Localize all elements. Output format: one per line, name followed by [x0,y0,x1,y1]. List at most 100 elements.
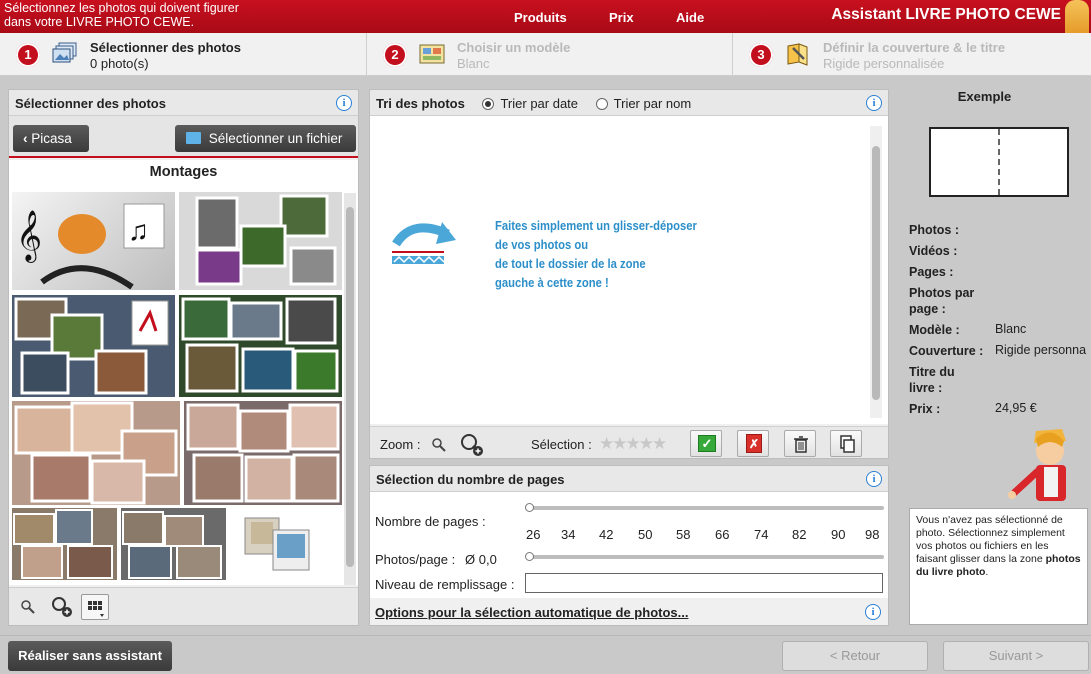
pages-count-label: Pages : [909,265,954,279]
nav-prix[interactable]: Prix [609,10,634,25]
next-button[interactable]: Suivant > [943,641,1089,671]
thumbnail-montage[interactable] [121,508,226,580]
nav-produits[interactable]: Produits [514,10,567,25]
scrollbar-thumb[interactable] [872,146,880,400]
slider-handle[interactable] [525,503,534,512]
slider-tick: 58 [676,527,691,542]
delete-button[interactable] [784,430,816,457]
slider-tick: 74 [754,527,769,542]
no-assistant-button[interactable]: Réaliser sans assistant [8,641,172,671]
check-icon: ✓ [698,435,716,452]
thumbnail-montage[interactable] [12,508,117,580]
step-title: Choisir un modèle [457,40,571,55]
back-button-label: Picasa [31,131,72,146]
price-label: Prix : [909,402,941,416]
sort-by-name-label[interactable]: Trier par nom [614,96,692,111]
step-select-photos[interactable]: 1 Sélectionner des photos 0 photo(s) [0,33,366,76]
book-title-label: Titre du [909,365,955,379]
picasa-back-button[interactable]: ‹ Picasa [13,125,89,152]
slider-handle[interactable] [525,552,534,561]
thumbnail-montage[interactable] [231,508,342,580]
photos-per-page-slider[interactable] [525,552,884,561]
photos-per-page-value: Ø 0,0 [465,552,497,567]
photos-count-label: Photos : [909,223,959,237]
nav-aide[interactable]: Aide [676,10,704,25]
select-file-button[interactable]: Sélectionner un fichier [175,125,356,152]
photo-drop-zone[interactable]: Faites simplement un glisser-déposer de … [370,116,888,424]
thumbnail-montage[interactable] [12,401,180,505]
page-count-header: Sélection du nombre de pages i [370,466,888,492]
step-number: 2 [383,43,407,67]
help-tooltip: Vous n'avez pas sélectionné de photo. Sé… [909,508,1088,625]
thumbnail-montage[interactable] [12,295,175,397]
slider-tick: 98 [865,527,880,542]
page-count-slider[interactable] [525,503,884,512]
info-icon[interactable]: i [866,471,882,487]
photos-stack-icon [52,42,78,66]
svg-text:♫: ♫ [128,215,149,246]
summary-sidebar: Exemple Photos : Vidéos : Pages : Photos… [898,77,1091,635]
scrollbar-thumb[interactable] [346,207,354,567]
step-number: 3 [749,43,773,67]
sort-by-date-label[interactable]: Trier par date [500,96,578,111]
model-label: Modèle : [909,323,960,337]
thumbnail-montage[interactable] [179,295,342,397]
zoom-out-icon[interactable] [21,600,35,614]
wizard-steps: 1 Sélectionner des photos 0 photo(s) 2 C… [0,33,1091,76]
drag-arrow-icon [390,214,458,270]
step-choose-model[interactable]: 2 Choisir un modèle Blanc [366,33,732,76]
fill-level-label: Niveau de remplissage : [375,577,515,592]
zoom-out-icon[interactable] [432,438,446,452]
panel-title: Tri des photos [376,96,465,111]
drop-text-line: gauche à cette zone ! [495,276,609,290]
slider-tick: 90 [831,527,846,542]
panel-title: Sélection du nombre de pages [376,472,565,487]
help-text: Vous n'avez pas sélectionné de photo. Sé… [916,514,1065,565]
auto-selection-options-link[interactable]: Options pour la sélection automatique de… [375,605,688,620]
page-count-panel: Sélection du nombre de pages i [369,465,889,626]
info-icon[interactable]: i [336,95,352,111]
copy-button[interactable] [830,430,862,457]
chevron-left-icon: ‹ [23,131,28,146]
thumbnail-montage[interactable] [184,401,342,505]
photos-per-page-label: page : [909,302,946,316]
slider-tick: 34 [561,527,576,542]
top-bar: Sélectionnez les photos qui doivent figu… [0,0,1091,33]
thumbnail-montage[interactable]: 𝄞 ♫ [12,192,175,290]
info-icon[interactable]: i [866,95,882,111]
drop-zone-instructions: Faites simplement un glisser-déposer de … [495,217,697,293]
instruction-line-1: Sélectionnez les photos qui doivent figu… [4,1,239,15]
thumbnail-scrollbar[interactable] [344,193,356,585]
select-all-button[interactable]: ✓ [690,430,722,457]
step-cover-title[interactable]: 3 Définir la couverture & le titre Rigid… [732,33,1091,76]
zoom-in-icon[interactable] [460,433,484,457]
book-pencil-icon [785,42,811,66]
back-button[interactable]: < Retour [782,641,928,671]
step-title: Sélectionner des photos [90,40,241,55]
step-subtitle: Rigide personnalisée [823,56,945,71]
sort-by-date-radio[interactable] [482,98,495,110]
view-grid-dropdown[interactable] [81,594,109,620]
sort-by-name-radio[interactable] [595,98,608,110]
photos-per-page-label: Photos/page : [375,552,456,567]
instruction-message: Sélectionnez les photos qui doivent figu… [4,1,239,29]
step-subtitle: Blanc [457,56,490,71]
slider-tick: 50 [638,527,653,542]
deselect-button[interactable]: ✗ [737,430,769,457]
instruction-line-2: dans votre LIVRE PHOTO CEWE. [4,15,195,29]
slider-tick: 26 [526,527,541,542]
thumbnail-montage[interactable] [179,192,342,290]
step-number: 1 [16,43,40,67]
mascot-icon [1006,427,1091,507]
slider-tick: 82 [792,527,807,542]
info-icon[interactable]: i [865,604,881,620]
mascot-icon [1065,0,1089,33]
photo-source-header: Sélectionner des photos i [9,90,358,116]
zoom-in-icon[interactable] [51,596,73,618]
book-spine [998,129,1000,195]
videos-count-label: Vidéos : [909,244,958,258]
rating-stars-icon[interactable]: ★★★★★ [599,434,667,454]
drop-zone-scrollbar[interactable] [870,126,882,418]
step-subtitle: 0 photo(s) [90,56,149,71]
panel-title: Sélectionner des photos [15,96,166,111]
